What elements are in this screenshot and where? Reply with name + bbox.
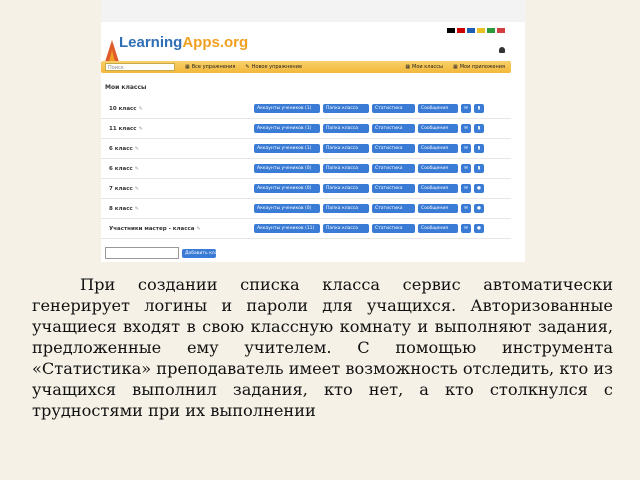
messages-button[interactable]: Сообщения	[418, 144, 458, 153]
messages-button[interactable]: Сообщения	[418, 184, 458, 193]
class-row: 10 класс ✎ Аккаунты учеников (1) Папка кл…	[101, 99, 511, 119]
class-list: 10 класс ✎ Аккаунты учеников (1) Папка кл…	[101, 99, 511, 239]
nav-new-exercise-label: Новое упражнение	[251, 64, 303, 70]
class-folder-button[interactable]: Папка класса	[323, 204, 369, 213]
user-icon	[499, 47, 505, 53]
statistics-button[interactable]: Статистика	[372, 164, 415, 173]
grid-icon: ▦	[185, 64, 190, 70]
trash-icon[interactable]: ▮	[474, 104, 484, 113]
class-row: 6 класс ✎ Аккаунты учеников (1) Папка кла…	[101, 139, 511, 159]
class-name: 6 класс ✎	[101, 166, 249, 172]
mail-icon[interactable]: ✉	[461, 224, 471, 233]
class-name: 11 класс ✎	[101, 126, 249, 132]
user-icon[interactable]: ●	[474, 204, 484, 213]
class-name: 10 класс ✎	[101, 106, 249, 112]
class-folder-button[interactable]: Папка класса	[323, 224, 369, 233]
description-paragraph: При создании списка класса сервис автома…	[32, 275, 613, 420]
class-name: 7 класс ✎	[101, 186, 249, 192]
class-folder-button[interactable]: Папка класса	[323, 104, 369, 113]
edit-icon[interactable]: ✎	[135, 206, 139, 212]
class-name-text: 8 класс	[109, 205, 133, 212]
mail-icon[interactable]: ✉	[461, 204, 471, 213]
search-input[interactable]: Поиск	[105, 63, 175, 71]
class-name: 8 класс ✎	[101, 206, 249, 212]
trash-icon[interactable]: ▮	[474, 124, 484, 133]
messages-button[interactable]: Сообщения	[418, 164, 458, 173]
new-class-input[interactable]	[105, 247, 179, 259]
brand-part2: Apps.org	[182, 34, 249, 51]
class-folder-button[interactable]: Папка класса	[323, 124, 369, 133]
grid-icon: ▦	[452, 64, 458, 70]
class-name-text: 7 класс	[109, 185, 133, 192]
add-class-row: Добавить класс	[105, 247, 216, 259]
statistics-button[interactable]: Статистика	[372, 204, 415, 213]
statistics-button[interactable]: Статистика	[372, 224, 415, 233]
main-nav: Поиск ▦ Все упражнения ✎ Новое упражнение …	[101, 61, 511, 73]
trash-icon[interactable]: ▮	[474, 164, 484, 173]
nav-my-classes-label: Мои классы	[412, 64, 443, 70]
user-icon[interactable]: ●	[474, 224, 484, 233]
class-folder-button[interactable]: Папка класса	[323, 144, 369, 153]
mail-icon[interactable]: ✉	[461, 164, 471, 173]
class-row: 11 класс ✎ Аккаунты учеников (1) Папка кл…	[101, 119, 511, 139]
class-folder-button[interactable]: Папка класса	[323, 184, 369, 193]
brand-logo[interactable]: LearningApps.org	[119, 34, 248, 51]
class-name-text: Участники мастер - класса	[109, 225, 195, 232]
edit-icon[interactable]: ✎	[139, 106, 143, 112]
mail-icon[interactable]: ✉	[461, 184, 471, 193]
browser-strip	[101, 0, 525, 22]
student-accounts-button[interactable]: Аккаунты учеников (11)	[254, 224, 320, 233]
grid-icon: ▦	[405, 64, 411, 70]
nav-my-classes[interactable]: ▦ Мои классы	[405, 64, 443, 70]
mail-icon[interactable]: ✉	[461, 104, 471, 113]
user-icon[interactable]: ●	[474, 184, 484, 193]
statistics-button[interactable]: Статистика	[372, 184, 415, 193]
edit-icon[interactable]: ✎	[135, 146, 139, 152]
student-accounts-button[interactable]: Аккаунты учеников (1)	[254, 144, 320, 153]
student-accounts-button[interactable]: Аккаунты учеников (0)	[254, 164, 320, 173]
nav-all-exercises-label: Все упражнения	[191, 64, 236, 70]
edit-icon[interactable]: ✎	[135, 186, 139, 192]
mail-icon[interactable]: ✉	[461, 144, 471, 153]
user-menu[interactable]	[499, 47, 505, 53]
student-accounts-button[interactable]: Аккаунты учеников (0)	[254, 204, 320, 213]
mail-icon[interactable]: ✉	[461, 124, 471, 133]
class-row: Участники мастер - класса ✎ Аккаунты учен…	[101, 219, 511, 239]
class-row: 7 класс ✎ Аккаунты учеников (0) Папка кла…	[101, 179, 511, 199]
messages-button[interactable]: Сообщения	[418, 224, 458, 233]
messages-button[interactable]: Сообщения	[418, 124, 458, 133]
edit-icon[interactable]: ✎	[139, 126, 143, 132]
student-accounts-button[interactable]: Аккаунты учеников (0)	[254, 184, 320, 193]
site-header: LearningApps.org	[101, 22, 525, 62]
student-accounts-button[interactable]: Аккаунты учеников (1)	[254, 104, 320, 113]
nav-all-exercises[interactable]: ▦ Все упражнения	[185, 64, 235, 70]
screenshot-panel: LearningApps.org Поиск ▦ Все упражнения ✎…	[101, 0, 525, 262]
statistics-button[interactable]: Статистика	[372, 144, 415, 153]
edit-icon[interactable]: ✎	[196, 226, 200, 232]
statistics-button[interactable]: Статистика	[372, 124, 415, 133]
edit-icon[interactable]: ✎	[135, 166, 139, 172]
messages-button[interactable]: Сообщения	[418, 204, 458, 213]
page-title: Мои классы	[105, 84, 147, 91]
class-name: Участники мастер - класса ✎	[101, 226, 249, 232]
nav-new-exercise[interactable]: ✎ Новое упражнение	[245, 64, 302, 70]
class-name-text: 11 класс	[109, 125, 137, 132]
trash-icon[interactable]: ▮	[474, 144, 484, 153]
class-name-text: 6 класс	[109, 165, 133, 172]
student-accounts-button[interactable]: Аккаунты учеников (1)	[254, 124, 320, 133]
nav-my-apps-label: Мои приложения	[459, 64, 505, 70]
pencil-icon: ✎	[245, 64, 250, 70]
add-class-button[interactable]: Добавить класс	[182, 248, 216, 258]
class-folder-button[interactable]: Папка класса	[323, 164, 369, 173]
brand-part1: Learning	[119, 34, 183, 51]
messages-button[interactable]: Сообщения	[418, 104, 458, 113]
class-name-text: 6 класс	[109, 145, 133, 152]
statistics-button[interactable]: Статистика	[372, 104, 415, 113]
class-name: 6 класс ✎	[101, 146, 249, 152]
class-row: 6 класс ✎ Аккаунты учеников (0) Папка кла…	[101, 159, 511, 179]
class-row: 8 класс ✎ Аккаунты учеников (0) Папка кла…	[101, 199, 511, 219]
nav-my-apps[interactable]: ▦ Мои приложения	[453, 64, 505, 70]
class-name-text: 10 класс	[109, 105, 137, 112]
